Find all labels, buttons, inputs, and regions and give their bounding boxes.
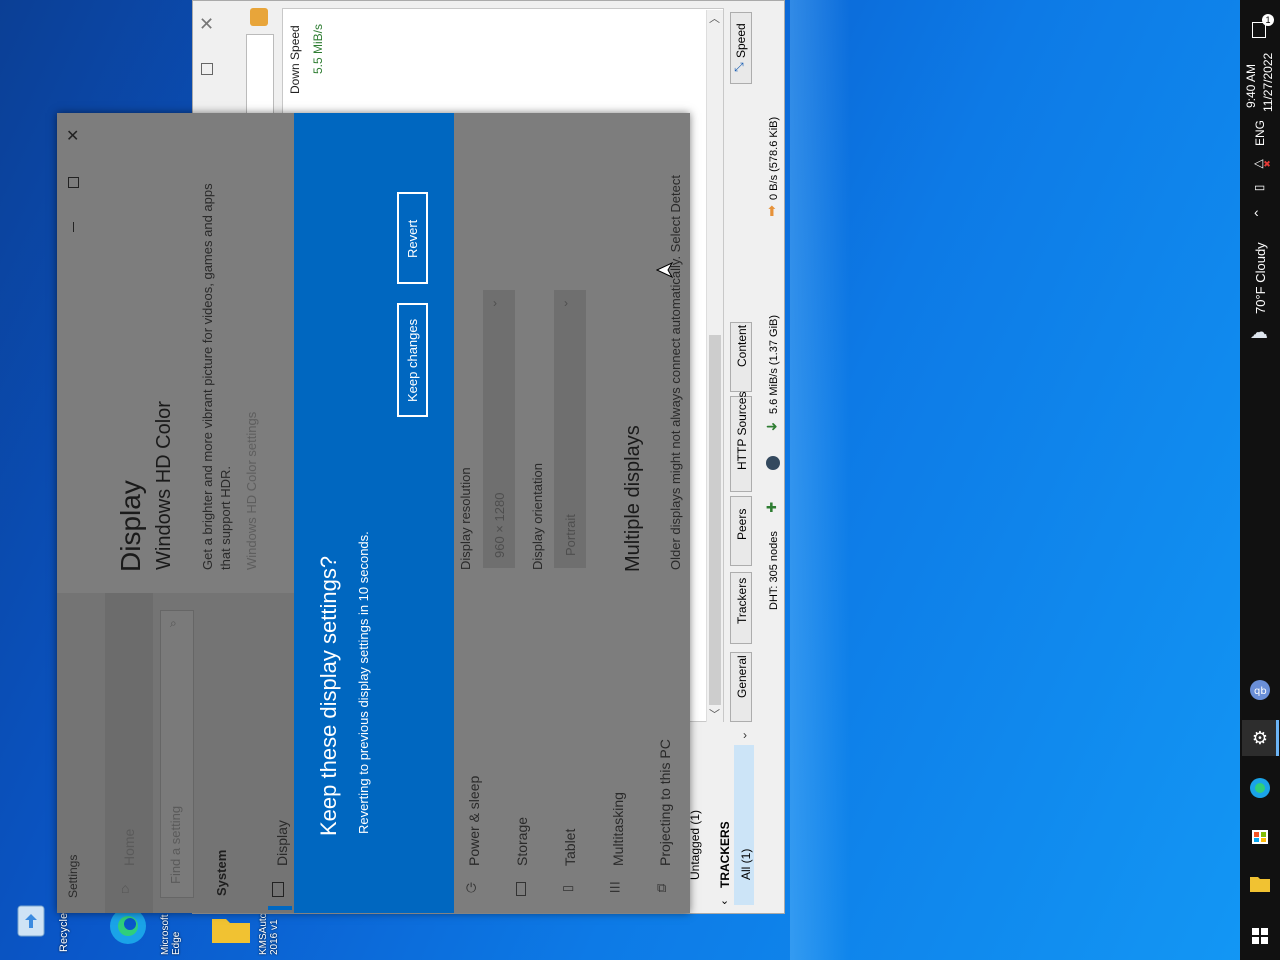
sidebar-home[interactable]: Home: [121, 829, 137, 866]
tab-peers-label: Peers: [735, 508, 749, 540]
sidebar-item-storage[interactable]: Storage: [514, 817, 530, 866]
settings-active-indicator: [1276, 720, 1279, 756]
search-icon: ⌕: [170, 616, 177, 630]
qb-close-icon[interactable]: ✕: [199, 14, 214, 35]
sidebar-item-projecting[interactable]: Projecting to this PC: [657, 739, 673, 866]
mouse-cursor-icon: [656, 262, 674, 278]
edge-taskbar-icon[interactable]: [1242, 770, 1278, 806]
untagged-filter[interactable]: Untagged (1): [688, 810, 702, 880]
qbittorrent-taskbar-icon[interactable]: qb: [1242, 672, 1278, 708]
orientation-value: Portrait: [563, 514, 578, 556]
search-input[interactable]: Find a setting: [168, 806, 183, 884]
page-title: Display: [115, 480, 146, 572]
speed-limit-icon[interactable]: [766, 456, 780, 470]
qb-scroll-thumb[interactable]: [709, 335, 721, 705]
resolution-value: 960 × 1280: [492, 492, 507, 558]
qb-scrollbar[interactable]: [706, 10, 723, 722]
sidebar-item-display[interactable]: Display: [274, 820, 290, 866]
clock-time[interactable]: 9:40 AM: [1244, 64, 1258, 108]
connection-ok-icon: ✚: [766, 500, 777, 515]
orientation-label: Display orientation: [530, 463, 545, 570]
projecting-icon: ⧉: [657, 880, 667, 895]
hdr-description-line1: Get a brighter and more vibrant picture …: [200, 183, 215, 570]
filter-list-selected[interactable]: [734, 745, 754, 905]
upload-arrow-icon: ⬆: [766, 203, 778, 219]
dht-status: DHT: 305 nodes: [768, 531, 780, 610]
weather-icon: ☁: [1250, 322, 1268, 342]
dialog-title: Keep these display settings?: [316, 555, 341, 836]
recycle-bin-icon[interactable]: [10, 900, 52, 937]
collapse-chevron-icon[interactable]: ›: [743, 728, 747, 742]
settings-taskbar-icon[interactable]: ⚙: [1242, 720, 1278, 756]
hidden-icons-chevron-icon[interactable]: ‹: [1254, 204, 1259, 220]
speed-tab-icon: ⤢: [734, 60, 744, 74]
qb-maximize-icon[interactable]: [201, 63, 213, 75]
scroll-down-icon[interactable]: ﹀: [709, 706, 720, 722]
resolution-chevron-icon: ›: [493, 296, 497, 310]
sidebar-item-tablet[interactable]: Tablet: [562, 829, 578, 866]
multiple-displays-title: Multiple displays: [622, 425, 644, 572]
revert-label: Revert: [405, 219, 420, 258]
settings-close-icon[interactable]: ✕: [66, 126, 79, 146]
storage-icon: [516, 882, 526, 896]
tab-speed-label: Speed: [734, 23, 748, 58]
dialog-subtitle: Reverting to previous display settings i…: [356, 531, 371, 834]
sidebar-section-title: System: [214, 849, 229, 896]
keep-changes-label: Keep changes: [405, 318, 420, 402]
upload-status: 0 B/s (578.6 KiB): [768, 116, 780, 200]
volume-muted-icon[interactable]: ◁✖: [1254, 156, 1271, 170]
scroll-up-icon[interactable]: ︿: [709, 10, 720, 26]
download-arrow-icon: ➜: [766, 418, 778, 434]
settings-maximize-icon[interactable]: [68, 177, 79, 188]
resolution-label: Display resolution: [458, 467, 473, 570]
settings-app-title: Settings: [66, 854, 80, 898]
multitasking-icon: ☰: [609, 880, 621, 895]
display-selected-marker: [268, 906, 292, 910]
display-icon: [272, 882, 284, 897]
hdr-settings-link[interactable]: Windows HD Color settings: [244, 412, 259, 570]
hdr-description-line2: that support HDR.: [218, 465, 233, 570]
tab-trackers-label: Trackers: [735, 577, 749, 624]
graph-label: Down Speed: [288, 25, 302, 94]
qb-lock-icon: [250, 8, 268, 26]
home-icon: ⌂: [121, 880, 130, 896]
trackers-header: TRACKERS: [718, 821, 732, 888]
tablet-icon: ▭: [562, 880, 575, 895]
tab-http-sources-label: HTTP Sources: [735, 391, 749, 470]
sidebar-item-power[interactable]: Power & sleep: [466, 776, 482, 866]
tab-content-label: Content: [735, 324, 749, 367]
language-indicator[interactable]: ENG: [1253, 120, 1267, 146]
orientation-chevron-icon: ›: [564, 296, 568, 310]
store-icon[interactable]: [1242, 818, 1278, 854]
notification-count-badge: 1: [1262, 14, 1274, 26]
network-icon[interactable]: ▭: [1254, 180, 1265, 194]
trackers-expand-icon[interactable]: ⌄: [720, 894, 729, 907]
sidebar-item-multitasking[interactable]: Multitasking: [610, 792, 626, 866]
weather-text[interactable]: 70°F Cloudy: [1253, 242, 1268, 314]
start-button[interactable]: [1242, 918, 1278, 954]
file-explorer-icon[interactable]: [1242, 866, 1278, 902]
all-trackers-filter[interactable]: All (1): [739, 849, 753, 880]
download-status: 5.6 MiB/s (1.37 GiB): [768, 314, 780, 414]
kmsauto-folder-icon[interactable]: [210, 915, 252, 951]
tab-general-label: General: [735, 655, 749, 698]
settings-minimize-icon[interactable]: [73, 222, 74, 232]
multiple-displays-description: Older displays might not always connect …: [668, 175, 683, 570]
power-icon: ⏻: [466, 880, 477, 895]
hdr-title: Windows HD Color: [153, 401, 175, 570]
graph-value: 5.5 MiB/s: [311, 23, 325, 74]
clock-date[interactable]: 11/27/2022: [1261, 53, 1275, 112]
svg-text:qb: qb: [1254, 686, 1267, 697]
wallpaper-light-beam: [790, 0, 850, 960]
qb-toolbar-strip: [246, 34, 274, 122]
